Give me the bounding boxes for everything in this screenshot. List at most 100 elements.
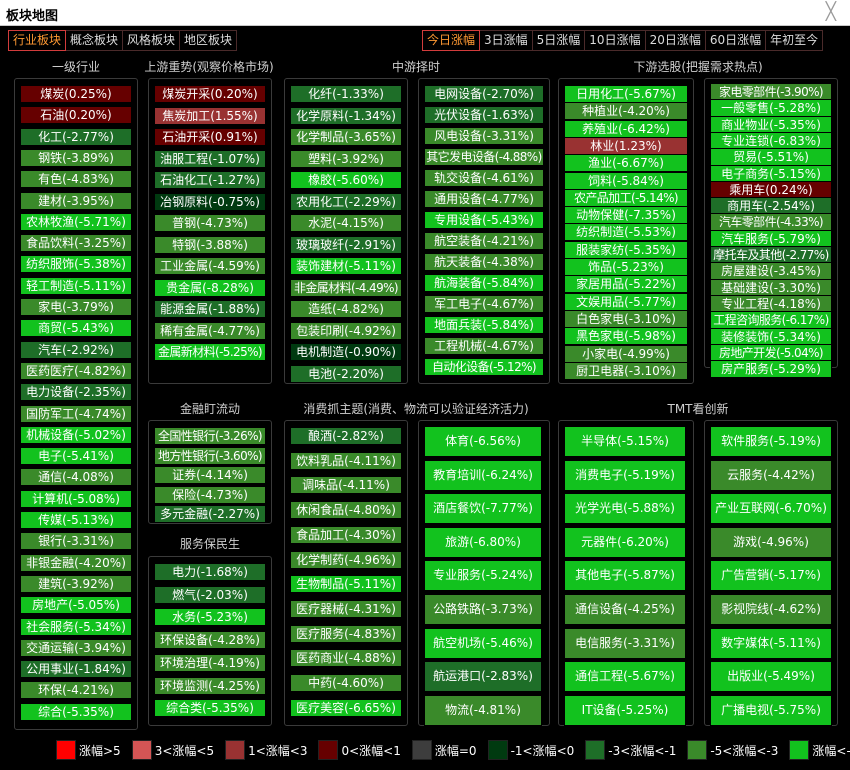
sector-cell-fuwu-5[interactable]: 环境监测(-4.25%)	[154, 676, 266, 695]
sector-cell-tmt_a-8[interactable]: IT设备(-5.25%)	[564, 694, 686, 726]
sector-cell-shangyou-11[interactable]: 稀有金属(-4.77%)	[154, 321, 266, 340]
sector-cell-xiaofei_b-1[interactable]: 教育培训(-6.24%)	[424, 459, 542, 491]
sector-cell-zhongyou_b-13[interactable]: 自动化设备(-5.12%)	[424, 358, 544, 376]
sector-cell-xiayou_b-17[interactable]: 房产服务(-5.29%)	[710, 360, 832, 379]
sector-cell-zhongyou_b-12[interactable]: 工程机械(-4.67%)	[424, 337, 544, 355]
sector-cell-tmt_b-5[interactable]: 影视院线(-4.62%)	[710, 594, 832, 625]
sector-cell-xiaofei_a-4[interactable]: 食品加工(-4.30%)	[290, 525, 402, 544]
sector-cell-xiaofei_a-2[interactable]: 调味品(-4.11%)	[290, 476, 402, 495]
sector-cell-fuwu-4[interactable]: 环境治理(-4.19%)	[154, 653, 266, 672]
tab-period-1[interactable]: 3日涨幅	[480, 30, 532, 51]
sector-cell-xiayou_b-4[interactable]: 贸易(-5.51%)	[710, 148, 832, 167]
sector-cell-xiaofei_b-0[interactable]: 体育(-6.56%)	[424, 426, 542, 457]
sector-cell-yiji-14[interactable]: 电力设备(-2.35%)	[20, 383, 132, 402]
sector-cell-tmt_b-2[interactable]: 产业互联网(-6.70%)	[710, 493, 832, 525]
sector-cell-xiayou_b-14[interactable]: 工程咨询服务(-6.17%)	[710, 311, 832, 330]
tab-sector-type-2[interactable]: 风格板块	[122, 30, 180, 51]
sector-cell-xiayou_a-7[interactable]: 动物保健(-7.35%)	[564, 206, 688, 225]
sector-cell-zhongyou_a-7[interactable]: 玻璃玻纤(-2.91%)	[290, 235, 402, 254]
sector-cell-yiji-22[interactable]: 非银金融(-4.20%)	[20, 553, 132, 572]
sector-cell-shangyou-9[interactable]: 贵金属(-8.28%)	[154, 278, 266, 297]
tab-sector-type-1[interactable]: 概念板块	[66, 30, 123, 51]
sector-cell-xiayou_a-2[interactable]: 养殖业(-6.42%)	[564, 119, 688, 138]
sector-cell-yiji-0[interactable]: 煤炭(0.25%)	[20, 85, 132, 103]
sector-cell-xiayou_a-12[interactable]: 文娱用品(-5.77%)	[564, 292, 688, 311]
sector-cell-xiayou_a-14[interactable]: 黑色家电(-5.98%)	[564, 327, 688, 346]
sector-cell-tmt_b-6[interactable]: 数字媒体(-5.11%)	[710, 627, 832, 659]
sector-cell-zhongyou_a-1[interactable]: 化学原料(-1.34%)	[290, 106, 402, 125]
sector-cell-xiayou_b-2[interactable]: 商业物业(-5.35%)	[710, 115, 832, 134]
sector-cell-jinrong-3[interactable]: 保险(-4.73%)	[154, 485, 266, 504]
sector-cell-xiayou_a-3[interactable]: 林业(1.23%)	[564, 136, 688, 155]
sector-cell-zhongyou_b-8[interactable]: 航天装备(-4.38%)	[424, 253, 544, 271]
sector-cell-zhongyou_b-1[interactable]: 光伏设备(-1.63%)	[424, 106, 544, 124]
sector-cell-tmt_a-7[interactable]: 通信工程(-5.67%)	[564, 661, 686, 693]
sector-cell-yiji-18[interactable]: 通信(-4.08%)	[20, 468, 132, 487]
sector-cell-jinrong-4[interactable]: 多元金融(-2.27%)	[154, 505, 266, 523]
sector-cell-yiji-8[interactable]: 纺织服饰(-5.38%)	[20, 255, 132, 274]
sector-cell-shangyou-2[interactable]: 石油开采(0.91%)	[154, 128, 266, 146]
sector-cell-yiji-16[interactable]: 机械设备(-5.02%)	[20, 425, 132, 444]
sector-cell-shangyou-4[interactable]: 石油化工(-1.27%)	[154, 171, 266, 189]
sector-cell-zhongyou_a-6[interactable]: 水泥(-4.15%)	[290, 214, 402, 232]
sector-cell-zhongyou_a-4[interactable]: 橡胶(-5.60%)	[290, 171, 402, 189]
sector-cell-zhongyou_b-11[interactable]: 地面兵装(-5.84%)	[424, 316, 544, 334]
sector-cell-xiaofei_a-9[interactable]: 医药商业(-4.88%)	[290, 649, 402, 668]
sector-cell-tmt_b-0[interactable]: 软件服务(-5.19%)	[710, 426, 832, 457]
sector-cell-fuwu-2[interactable]: 水务(-5.23%)	[154, 608, 266, 627]
sector-cell-yiji-6[interactable]: 农林牧渔(-5.71%)	[20, 212, 132, 231]
sector-cell-jinrong-1[interactable]: 地方性银行(-3.60%)	[154, 446, 266, 465]
sector-cell-xiayou_a-5[interactable]: 饲料(-5.84%)	[564, 171, 688, 190]
sector-cell-xiayou_b-7[interactable]: 商用车(-2.54%)	[710, 197, 832, 216]
sector-cell-zhongyou_b-2[interactable]: 风电设备(-3.31%)	[424, 127, 544, 145]
sector-cell-fuwu-3[interactable]: 环保设备(-4.28%)	[154, 631, 266, 650]
sector-cell-xiayou_a-6[interactable]: 农产品加工(-5.14%)	[564, 188, 688, 207]
sector-cell-tmt_a-1[interactable]: 消费电子(-5.19%)	[564, 459, 686, 491]
sector-cell-xiayou_a-4[interactable]: 渔业(-6.67%)	[564, 154, 688, 173]
sector-cell-yiji-29[interactable]: 综合(-5.35%)	[20, 702, 132, 721]
sector-cell-shangyou-5[interactable]: 冶钢原料(-0.75%)	[154, 192, 266, 211]
sector-cell-shangyou-1[interactable]: 焦炭加工(1.55%)	[154, 106, 266, 125]
sector-cell-tmt_b-3[interactable]: 游戏(-4.96%)	[710, 526, 832, 558]
sector-cell-yiji-11[interactable]: 商贸(-5.43%)	[20, 319, 132, 338]
sector-cell-zhongyou_a-3[interactable]: 塑料(-3.92%)	[290, 149, 402, 168]
sector-cell-tmt_b-7[interactable]: 出版业(-5.49%)	[710, 661, 832, 693]
sector-cell-yiji-10[interactable]: 家电(-3.79%)	[20, 298, 132, 316]
sector-cell-xiayou_b-11[interactable]: 房屋建设(-3.45%)	[710, 262, 832, 281]
sector-cell-xiaofei_b-7[interactable]: 航运港口(-2.83%)	[424, 661, 542, 693]
sector-cell-xiayou_a-1[interactable]: 种植业(-4.20%)	[564, 102, 688, 121]
sector-cell-xiaofei_a-8[interactable]: 医疗服务(-4.83%)	[290, 624, 402, 643]
sector-cell-xiayou_b-13[interactable]: 专业工程(-4.18%)	[710, 294, 832, 313]
sector-cell-xiayou_b-10[interactable]: 摩托车及其他(-2.77%)	[710, 246, 832, 264]
sector-cell-yiji-19[interactable]: 计算机(-5.08%)	[20, 489, 132, 508]
sector-cell-shangyou-7[interactable]: 特钢(-3.88%)	[154, 235, 266, 254]
sector-cell-zhongyou_a-10[interactable]: 造纸(-4.82%)	[290, 300, 402, 318]
sector-cell-tmt_a-0[interactable]: 半导体(-5.15%)	[564, 426, 686, 457]
tab-period-4[interactable]: 20日涨幅	[644, 30, 705, 51]
sector-cell-xiayou_a-9[interactable]: 服装家纺(-5.35%)	[564, 240, 688, 259]
tab-period-3[interactable]: 10日涨幅	[584, 30, 645, 51]
sector-cell-yiji-26[interactable]: 交通运输(-3.94%)	[20, 638, 132, 657]
sector-cell-shangyou-0[interactable]: 煤炭开采(0.20%)	[154, 85, 266, 103]
sector-cell-tmt_a-4[interactable]: 其他电子(-5.87%)	[564, 560, 686, 592]
sector-cell-yiji-12[interactable]: 汽车(-2.92%)	[20, 340, 132, 359]
sector-cell-xiayou_a-15[interactable]: 小家电(-4.99%)	[564, 344, 688, 363]
sector-cell-xiaofei_a-0[interactable]: 酿酒(-2.82%)	[290, 427, 402, 445]
sector-cell-fuwu-1[interactable]: 燃气(-2.03%)	[154, 585, 266, 604]
sector-cell-xiayou_b-5[interactable]: 电子商务(-5.15%)	[710, 164, 832, 183]
sector-cell-zhongyou_b-9[interactable]: 航海装备(-5.84%)	[424, 274, 544, 292]
sector-cell-xiaofei_b-4[interactable]: 专业服务(-5.24%)	[424, 560, 542, 592]
sector-cell-fuwu-6[interactable]: 综合类(-5.35%)	[154, 699, 266, 718]
sector-cell-yiji-1[interactable]: 石油(0.20%)	[20, 106, 132, 125]
sector-cell-zhongyou_a-2[interactable]: 化学制品(-3.65%)	[290, 128, 402, 146]
sector-cell-zhongyou_b-5[interactable]: 通用设备(-4.77%)	[424, 190, 544, 208]
sector-cell-xiayou_a-8[interactable]: 纺织制造(-5.53%)	[564, 223, 688, 242]
sector-cell-zhongyou_a-12[interactable]: 电机制造(-0.90%)	[290, 343, 402, 361]
sector-cell-xiaofei_b-2[interactable]: 酒店餐饮(-7.77%)	[424, 493, 542, 525]
sector-cell-xiayou_b-9[interactable]: 汽车服务(-5.79%)	[710, 229, 832, 248]
sector-cell-yiji-9[interactable]: 轻工制造(-5.11%)	[20, 276, 132, 295]
sector-cell-zhongyou_a-5[interactable]: 农用化工(-2.29%)	[290, 192, 402, 211]
sector-cell-zhongyou_b-10[interactable]: 军工电子(-4.67%)	[424, 295, 544, 313]
tab-period-5[interactable]: 60日涨幅	[704, 30, 766, 51]
sector-cell-xiayou_a-11[interactable]: 家居用品(-5.22%)	[564, 275, 688, 294]
